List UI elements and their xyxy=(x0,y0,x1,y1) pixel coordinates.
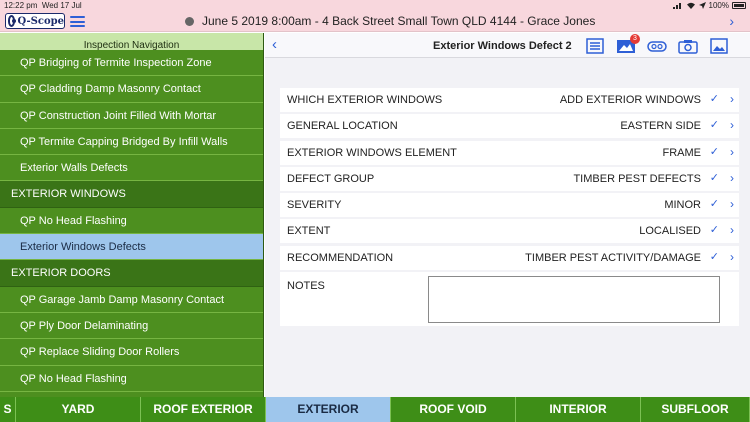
field-value: FRAME xyxy=(662,146,702,159)
checkmark-icon: ✓ xyxy=(709,171,719,184)
app-top-bar: Q-Scope June 5 2019 8:00am - 4 Back Stre… xyxy=(0,11,750,32)
inspection-title: June 5 2019 8:00am - 4 Back Street Small… xyxy=(185,14,595,28)
field-value: MINOR xyxy=(664,199,701,212)
sidebar-item[interactable]: QP Replace Sliding Door Rollers xyxy=(0,339,263,366)
sidebar-item[interactable]: QP No Head Flashing xyxy=(0,207,263,235)
sidebar-item[interactable]: QP Construction Joint Filled With Mortar xyxy=(0,102,263,129)
sidebar-item[interactable]: Exterior Walls Defects xyxy=(0,155,263,182)
signal-icon xyxy=(672,3,681,9)
sidebar-item[interactable]: Exterior Windows Defects xyxy=(0,234,263,261)
tab-roof-exterior[interactable]: ROOF EXTERIOR xyxy=(141,397,266,422)
photo-import-icon[interactable] xyxy=(709,37,729,54)
field-label: EXTERIOR WINDOWS ELEMENT xyxy=(287,146,457,159)
status-bar: 12:22 pm Wed 17 Jul 100% xyxy=(0,0,750,11)
sidebar-item[interactable]: QP Garage Jamb Damp Masonry Contact xyxy=(0,286,263,313)
notes-textarea[interactable] xyxy=(428,276,720,324)
field-label: WHICH EXTERIOR WINDOWS xyxy=(287,94,443,106)
list-icon[interactable] xyxy=(585,37,605,54)
chevron-right-icon[interactable]: › xyxy=(730,92,734,106)
status-indicators: 100% xyxy=(672,1,746,10)
field-row[interactable]: RECOMMENDATION TIMBER PEST ACTIVITY/DAMAG… xyxy=(280,245,739,270)
field-label: EXTENT xyxy=(287,225,331,238)
inspection-navigation-sidebar: Inspection Navigation QP Bridging of Ter… xyxy=(0,33,264,397)
image-gallery-icon[interactable]: 3 xyxy=(616,33,640,54)
camera-icon[interactable] xyxy=(678,38,698,54)
logo-text: Q-Scope xyxy=(17,15,64,27)
detail-toolbar: 3 xyxy=(585,33,729,54)
field-value: TIMBER PEST DEFECTS xyxy=(573,172,701,185)
tab-subfloor[interactable]: SUBFLOOR xyxy=(641,397,750,422)
field-value: LOCALISED xyxy=(639,225,701,238)
sidebar-item[interactable]: QP Termite Capping Bridged By Infill Wal… xyxy=(0,128,263,156)
chevron-right-icon[interactable]: › xyxy=(730,118,734,132)
field-value: EASTERN SIDE xyxy=(620,120,701,133)
notes-label: NOTES xyxy=(287,280,325,293)
status-time: 12:22 pm xyxy=(4,1,38,10)
clock-icon xyxy=(185,16,194,26)
sidebar-item[interactable]: QP Cladding Damp Masonry Contact xyxy=(0,76,263,103)
checkmark-icon: ✓ xyxy=(709,224,719,237)
wifi-icon xyxy=(686,2,695,9)
status-time-date: 12:22 pm Wed 17 Jul xyxy=(4,1,82,10)
logo-mark-icon xyxy=(8,15,17,27)
field-label: GENERAL LOCATION xyxy=(287,120,398,133)
field-label: DEFECT GROUP xyxy=(287,172,375,185)
notes-row: NOTES xyxy=(280,272,739,327)
field-row[interactable]: GENERAL LOCATION EASTERN SIDE ✓ › xyxy=(280,114,739,139)
status-date: Wed 17 Jul xyxy=(41,1,82,10)
chevron-right-icon[interactable]: › xyxy=(730,197,734,211)
field-label: SEVERITY xyxy=(287,199,342,212)
battery-percent: 100% xyxy=(708,1,729,10)
sidebar-item[interactable]: QP Bridging of Termite Inspection Zone xyxy=(0,50,263,77)
tab-interior[interactable]: INTERIOR xyxy=(516,397,641,422)
field-row[interactable]: WHICH EXTERIOR WINDOWS ADD EXTERIOR WINDO… xyxy=(280,88,739,112)
tab-s[interactable]: S xyxy=(0,397,16,422)
chevron-right-icon[interactable]: › xyxy=(729,13,734,29)
inspection-title-text: June 5 2019 8:00am - 4 Back Street Small… xyxy=(202,14,596,28)
sidebar-item[interactable]: QP Ply Door Delaminating xyxy=(0,312,263,340)
defect-fields: WHICH EXTERIOR WINDOWS ADD EXTERIOR WINDO… xyxy=(280,88,739,327)
chevron-right-icon[interactable]: › xyxy=(730,171,734,185)
photo-count-badge: 3 xyxy=(630,33,640,44)
section-tab-bar: S YARD ROOF EXTERIOR EXTERIOR ROOF VOID INTER… xyxy=(0,397,750,422)
checkmark-icon: ✓ xyxy=(709,198,719,211)
field-value: TIMBER PEST ACTIVITY/DAMAGE xyxy=(525,251,701,264)
checkmark-icon: ✓ xyxy=(709,145,719,158)
checkmark-icon: ✓ xyxy=(709,93,719,105)
sidebar-section-header: EXTERIOR WINDOWS xyxy=(0,181,263,208)
checkmark-icon: ✓ xyxy=(709,250,719,263)
field-row[interactable]: EXTERIOR WINDOWS ELEMENT FRAME ✓ › xyxy=(280,140,739,165)
sidebar-list: QP Bridging of Termite Inspection Zone QP… xyxy=(0,50,263,392)
field-rows: WHICH EXTERIOR WINDOWS ADD EXTERIOR WINDO… xyxy=(280,88,739,270)
field-row[interactable]: DEFECT GROUP TIMBER PEST DEFECTS ✓ › xyxy=(280,166,739,191)
detail-title: Exterior Windows Defect 2 xyxy=(433,40,572,52)
tab-exterior[interactable]: EXTERIOR xyxy=(266,397,391,422)
link-icon[interactable] xyxy=(647,38,667,54)
chevron-right-icon[interactable]: › xyxy=(730,250,734,264)
tab-roof-void[interactable]: ROOF VOID xyxy=(391,397,516,422)
chevron-right-icon[interactable]: › xyxy=(730,145,734,159)
field-value: ADD EXTERIOR WINDOWS xyxy=(559,94,701,106)
checkmark-icon: ✓ xyxy=(709,119,719,132)
sidebar-item[interactable]: QP No Head Flashing xyxy=(0,365,263,392)
back-chevron-icon[interactable]: ‹ xyxy=(272,36,277,53)
field-label: RECOMMENDATION xyxy=(287,251,394,264)
chevron-right-icon[interactable]: › xyxy=(730,223,734,237)
app-logo: Q-Scope xyxy=(5,13,65,29)
sidebar-section-header: EXTERIOR DOORS xyxy=(0,260,263,287)
detail-header: ‹ Exterior Windows Defect 2 3 xyxy=(265,33,750,58)
field-row[interactable]: SEVERITY MINOR ✓ › xyxy=(280,193,739,218)
battery-icon xyxy=(732,2,746,9)
tab-yard[interactable]: YARD xyxy=(16,397,141,422)
location-icon xyxy=(698,2,706,9)
hamburger-menu-icon[interactable] xyxy=(70,16,85,27)
field-row[interactable]: EXTENT LOCALISED ✓ › xyxy=(280,219,739,244)
